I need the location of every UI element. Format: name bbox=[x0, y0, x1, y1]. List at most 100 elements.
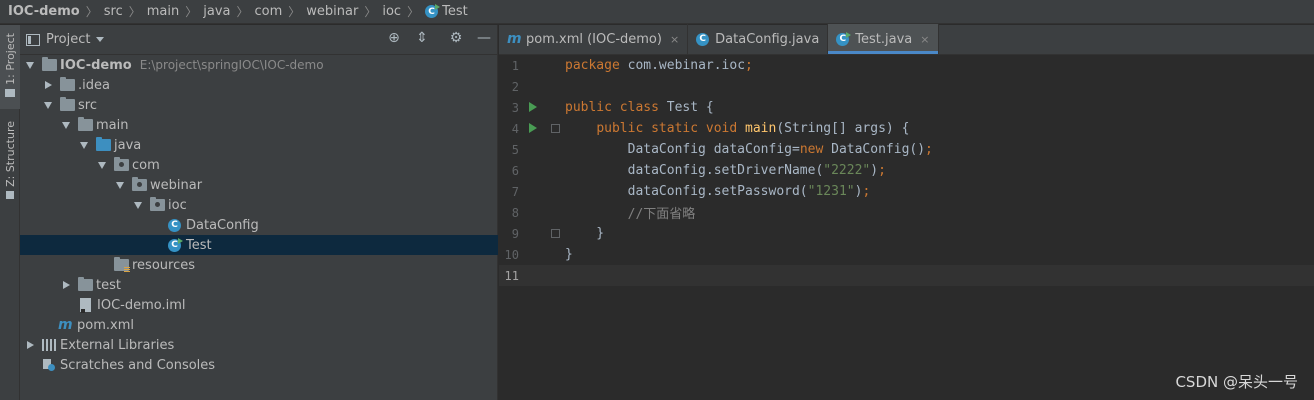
tree-item-idea[interactable]: .idea bbox=[20, 75, 498, 95]
line-number: 3 bbox=[511, 100, 519, 115]
line-number: 1 bbox=[511, 58, 519, 73]
line-number: 8 bbox=[511, 205, 519, 220]
line-number: 7 bbox=[511, 184, 519, 199]
project-panel: Project ⊕ ⇕ ⚙ — IOC-demo E:\project\spri… bbox=[20, 25, 498, 400]
breadcrumb-item-java[interactable]: java bbox=[203, 4, 230, 19]
package-icon bbox=[150, 197, 165, 211]
expand-arrow-icon[interactable] bbox=[24, 59, 36, 71]
tree-item-project-root[interactable]: IOC-demo E:\project\springIOC\IOC-demo bbox=[20, 55, 498, 75]
tree-item-test[interactable]: C Test bbox=[20, 235, 498, 255]
close-icon[interactable]: × bbox=[920, 33, 929, 46]
collapse-arrow-icon[interactable] bbox=[24, 339, 36, 351]
code-text: dataConfig.setDriverName("2222"); bbox=[561, 163, 886, 178]
tab-dataconfig-java[interactable]: C DataConfig.java bbox=[688, 24, 829, 54]
code-area[interactable]: 1 package com.webinar.ioc; 2 3 public class … bbox=[499, 55, 1314, 286]
code-token: ; bbox=[925, 142, 933, 157]
breadcrumb-item-com[interactable]: com bbox=[255, 4, 283, 19]
close-icon[interactable]: × bbox=[670, 33, 679, 46]
code-editor: m pom.xml (IOC-demo) × C DataConfig.java… bbox=[499, 24, 1314, 400]
tree-item-java[interactable]: java bbox=[20, 135, 498, 155]
tool-tab-structure[interactable]: Z: Structure bbox=[0, 117, 20, 207]
tree-item-resources[interactable]: resources bbox=[20, 255, 498, 275]
breadcrumb-item-project[interactable]: IOC-demo bbox=[8, 4, 80, 19]
code-line[interactable]: 5 DataConfig dataConfig=new DataConfig()… bbox=[499, 139, 1314, 160]
tree-item-iml[interactable]: IOC-demo.iml bbox=[20, 295, 498, 315]
breadcrumb-item-test-label: Test bbox=[442, 4, 468, 19]
code-line[interactable]: 10} bbox=[499, 244, 1314, 265]
tree-item-ioc[interactable]: ioc bbox=[20, 195, 498, 215]
code-token: public class bbox=[565, 100, 667, 115]
project-tree: IOC-demo E:\project\springIOC\IOC-demo .… bbox=[20, 55, 498, 375]
code-token: //下面省略 bbox=[565, 207, 696, 222]
tree-item-scratches[interactable]: Scratches and Consoles bbox=[20, 355, 498, 375]
code-token: ; bbox=[878, 163, 886, 178]
gear-icon[interactable]: ⚙ bbox=[449, 31, 463, 45]
expand-arrow-icon[interactable] bbox=[132, 199, 144, 211]
tree-item-test-folder[interactable]: test bbox=[20, 275, 498, 295]
tree-item-main[interactable]: main bbox=[20, 115, 498, 135]
code-line[interactable]: 11 bbox=[499, 265, 1314, 286]
tab-label: Test.java bbox=[855, 31, 913, 47]
scratches-icon bbox=[42, 358, 56, 372]
collapse-arrow-icon[interactable] bbox=[60, 279, 72, 291]
code-line[interactable]: 8 //下面省略 bbox=[499, 202, 1314, 223]
run-icon[interactable] bbox=[529, 102, 537, 112]
code-line[interactable]: 7 dataConfig.setPassword("1231"); bbox=[499, 181, 1314, 202]
folder-icon bbox=[5, 88, 15, 97]
tree-item-label: pom.xml bbox=[77, 317, 134, 333]
tab-pom-xml[interactable]: m pom.xml (IOC-demo) × bbox=[499, 24, 689, 54]
fold-icon[interactable] bbox=[551, 124, 560, 133]
code-line[interactable]: 3 public class Test { bbox=[499, 97, 1314, 118]
class-run-icon: C bbox=[168, 237, 183, 252]
tool-tab-project[interactable]: 1: Project bbox=[0, 25, 20, 109]
expand-arrow-icon[interactable] bbox=[96, 159, 108, 171]
expand-arrow-icon[interactable] bbox=[42, 99, 54, 111]
gutter bbox=[519, 97, 561, 118]
code-line[interactable]: 1 package com.webinar.ioc; bbox=[499, 55, 1314, 76]
code-token: com.webinar.ioc bbox=[627, 58, 746, 73]
expand-arrow-icon[interactable] bbox=[78, 139, 90, 151]
expand-arrow-icon[interactable] bbox=[114, 179, 126, 191]
code-token: public static void bbox=[596, 121, 746, 136]
tab-label: pom.xml (IOC-demo) bbox=[526, 31, 662, 47]
breadcrumb-item-webinar[interactable]: webinar bbox=[306, 4, 358, 19]
project-view-selector[interactable]: Project bbox=[26, 32, 105, 47]
code-token: DataConfig dataConfig= bbox=[565, 142, 800, 157]
breadcrumb-item-test[interactable]: C Test bbox=[425, 4, 468, 19]
breadcrumb-item-ioc[interactable]: ioc bbox=[382, 4, 401, 19]
line-number: 2 bbox=[511, 79, 519, 94]
tree-item-src[interactable]: src bbox=[20, 95, 498, 115]
breadcrumb: IOC-demo 〉 src 〉 main 〉 java 〉 com 〉 web… bbox=[0, 0, 1314, 24]
tree-item-label: main bbox=[96, 117, 129, 133]
code-line[interactable]: 9 } bbox=[499, 223, 1314, 244]
fold-icon[interactable] bbox=[551, 229, 560, 238]
breadcrumb-item-src[interactable]: src bbox=[104, 4, 123, 19]
breadcrumb-separator: 〉 bbox=[407, 5, 420, 19]
run-icon[interactable] bbox=[529, 123, 537, 133]
tree-item-pom[interactable]: m pom.xml bbox=[20, 315, 498, 335]
tree-item-external-libraries[interactable]: External Libraries bbox=[20, 335, 498, 355]
code-line[interactable]: 2 bbox=[499, 76, 1314, 97]
resources-folder-icon bbox=[114, 257, 130, 272]
tree-item-dataconfig[interactable]: C DataConfig bbox=[20, 215, 498, 235]
class-run-icon: C bbox=[836, 31, 852, 46]
line-number: 6 bbox=[511, 163, 519, 178]
tree-item-webinar[interactable]: webinar bbox=[20, 175, 498, 195]
collapse-arrow-icon[interactable] bbox=[42, 79, 54, 91]
code-token: ; bbox=[745, 58, 753, 73]
code-token: Test { bbox=[666, 100, 714, 115]
code-text: public class Test { bbox=[561, 100, 714, 115]
tree-item-com[interactable]: com bbox=[20, 155, 498, 175]
code-line[interactable]: 6 dataConfig.setDriverName("2222"); bbox=[499, 160, 1314, 181]
hide-icon[interactable]: — bbox=[477, 31, 491, 45]
expand-arrow-icon[interactable] bbox=[60, 119, 72, 131]
code-line[interactable]: 4 public static void main(String[] args)… bbox=[499, 118, 1314, 139]
locate-icon[interactable]: ⊕ bbox=[387, 31, 401, 45]
tool-tab-structure-label: Z: Structure bbox=[3, 121, 17, 187]
tab-test-java[interactable]: C Test.java × bbox=[828, 24, 939, 54]
tree-item-label: java bbox=[114, 137, 142, 153]
breadcrumb-item-main[interactable]: main bbox=[147, 4, 179, 19]
gutter bbox=[519, 265, 561, 286]
code-text: } bbox=[561, 226, 604, 241]
collapse-all-icon[interactable]: ⇕ bbox=[415, 31, 429, 45]
